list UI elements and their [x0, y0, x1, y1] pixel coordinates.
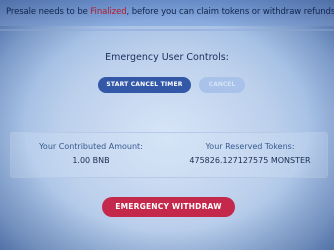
user-stats-panel: Your Contributed Amount: 1.00 BNB Your R… [10, 132, 328, 178]
contributed-label: Your Contributed Amount: [39, 142, 143, 151]
disabled-cancel-button: CANCEL [199, 77, 245, 93]
divider [0, 29, 334, 31]
reserved-label: Your Reserved Tokens: [205, 142, 295, 151]
notice-prefix: Presale needs to be [6, 7, 91, 17]
notice-suffix: , before you can claim tokens or withdra… [126, 7, 334, 17]
presale-notice: Presale needs to be Finalized, before yo… [6, 7, 334, 17]
start-cancel-timer-button[interactable]: START CANCEL TIMER [98, 77, 191, 93]
emergency-controls-title: Emergency User Controls: [105, 52, 229, 63]
contributed-value: 1.00 BNB [72, 156, 110, 165]
presale-panel: Presale needs to be Finalized, before yo… [0, 0, 334, 250]
notice-highlight: Finalized [90, 7, 127, 17]
reserved-value: 475826.127127575 MONSTER [189, 156, 311, 165]
reserved-tokens: Your Reserved Tokens: 475826.127127575 M… [175, 142, 325, 165]
notice-bar: Presale needs to be Finalized, before yo… [0, 0, 334, 26]
contributed-amount: Your Contributed Amount: 1.00 BNB [21, 142, 161, 165]
emergency-withdraw-button[interactable]: EMERGENCY WITHDRAW [102, 197, 235, 217]
